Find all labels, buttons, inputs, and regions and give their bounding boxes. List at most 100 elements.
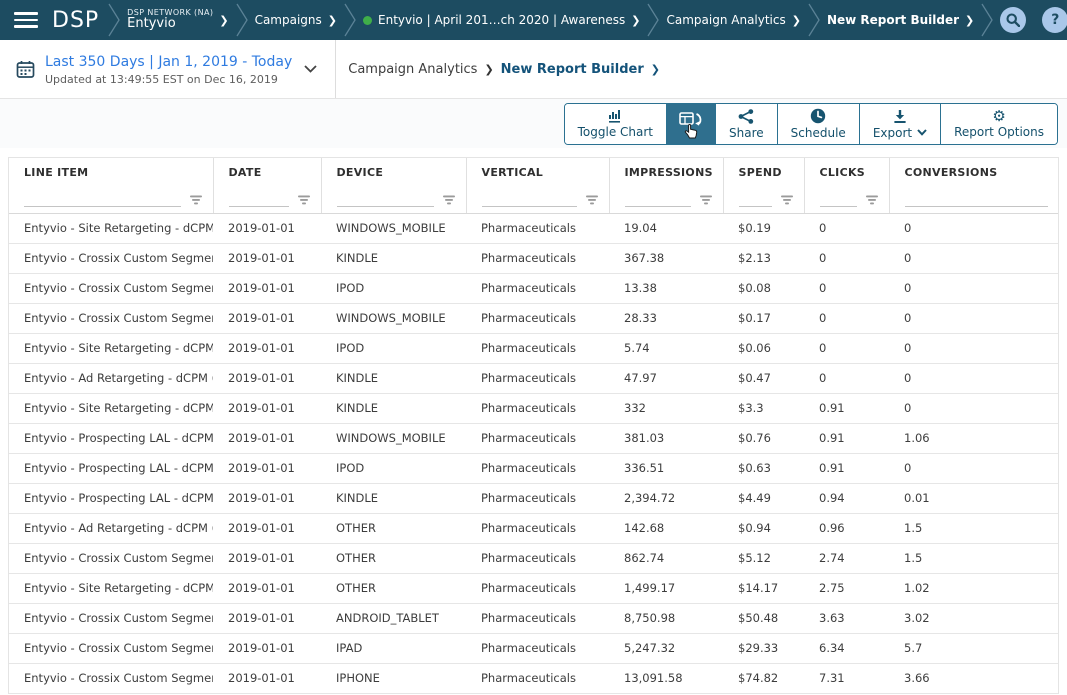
filter-icon[interactable] bbox=[297, 195, 311, 207]
toggle-chart-button[interactable]: Toggle Chart bbox=[565, 104, 666, 144]
table-cell: Pharmaceuticals bbox=[466, 393, 609, 423]
table-cell: 1,499.17 bbox=[609, 573, 723, 603]
table-cell: $0.17 bbox=[723, 303, 804, 333]
table-cell: Pharmaceuticals bbox=[466, 363, 609, 393]
table-cell: $5.12 bbox=[723, 543, 804, 573]
filter-icon[interactable] bbox=[865, 195, 879, 207]
share-button[interactable]: Share bbox=[715, 104, 777, 144]
table-cell: OTHER bbox=[321, 573, 466, 603]
table-cell: 3.63 bbox=[804, 603, 889, 633]
table-cell: Pharmaceuticals bbox=[466, 453, 609, 483]
chevron-right-icon: ❯ bbox=[651, 63, 660, 76]
column-header-vertical[interactable]: VERTICAL bbox=[466, 158, 609, 186]
schedule-button[interactable]: Schedule bbox=[777, 104, 859, 144]
column-header-clicks[interactable]: CLICKS bbox=[804, 158, 889, 186]
report-table: LINE ITEMDATEDEVICEVERTICALIMPRESSIONSSP… bbox=[8, 157, 1059, 694]
table-cell: 0 bbox=[889, 303, 1058, 333]
column-header-date[interactable]: DATE bbox=[213, 158, 321, 186]
status-dot-icon bbox=[363, 16, 372, 25]
nav-new-report-builder-label: New Report Builder bbox=[827, 13, 959, 27]
chevron-right-icon: ❯ bbox=[219, 14, 228, 27]
calendar-icon bbox=[16, 60, 35, 79]
table-cell: Entyvio - Crossix Custom Segment B bbox=[9, 543, 213, 573]
table-cell: 0 bbox=[889, 243, 1058, 273]
filter-input[interactable] bbox=[229, 193, 289, 207]
column-header-spend[interactable]: SPEND bbox=[723, 158, 804, 186]
filter-icon[interactable] bbox=[699, 195, 713, 207]
table-row: Entyvio - Ad Retargeting - dCPM (Lar2019… bbox=[9, 363, 1058, 393]
chevron-right-icon: ❯ bbox=[965, 14, 974, 27]
table-row: Entyvio - Prospecting LAL - dCPM (La2019… bbox=[9, 453, 1058, 483]
report-options-button[interactable]: ⚙ Report Options bbox=[940, 104, 1057, 144]
table-cell: $0.94 bbox=[723, 513, 804, 543]
breadcrumb-new-report-builder[interactable]: New Report Builder bbox=[501, 62, 644, 77]
table-cell: 367.38 bbox=[609, 243, 723, 273]
table-cell: ANDROID_TABLET bbox=[321, 603, 466, 633]
table-cell: 2019-01-01 bbox=[213, 513, 321, 543]
nav-campaign-analytics-label: Campaign Analytics bbox=[666, 13, 785, 27]
table-row: Entyvio - Site Retargeting - dCPM (La201… bbox=[9, 333, 1058, 363]
app-logo[interactable]: DSP bbox=[52, 8, 99, 33]
menu-icon[interactable] bbox=[14, 12, 38, 28]
filter-input[interactable] bbox=[482, 193, 577, 207]
table-cell: Entyvio - Ad Retargeting - dCPM (Lar bbox=[9, 513, 213, 543]
column-header-line-item[interactable]: LINE ITEM bbox=[9, 158, 213, 186]
nav-new-report-builder[interactable]: New Report Builder ❯ bbox=[827, 13, 974, 27]
filter-input[interactable] bbox=[625, 193, 691, 207]
network-value: Entyvio bbox=[127, 17, 213, 32]
filter-input[interactable] bbox=[820, 193, 857, 207]
table-row: Entyvio - Prospecting LAL - dCPM (La2019… bbox=[9, 483, 1058, 513]
table-cell: 2.75 bbox=[804, 573, 889, 603]
nav-campaign-analytics[interactable]: Campaign Analytics ❯ bbox=[666, 13, 800, 27]
table-cell: 2019-01-01 bbox=[213, 573, 321, 603]
table-cell: Pharmaceuticals bbox=[466, 423, 609, 453]
table-cell: $14.17 bbox=[723, 573, 804, 603]
table-cell: 1.5 bbox=[889, 513, 1058, 543]
filter-input[interactable] bbox=[739, 193, 772, 207]
export-button[interactable]: Export bbox=[859, 104, 940, 144]
toggle-chart-label: Toggle Chart bbox=[578, 125, 653, 139]
filter-icon[interactable] bbox=[189, 195, 203, 207]
table-cell: IPHONE bbox=[321, 663, 466, 693]
date-range-selector[interactable]: Last 350 Days | Jan 1, 2019 - Today Upda… bbox=[0, 40, 336, 98]
network-selector[interactable]: DSP NETWORK (NA) Entyvio ❯ bbox=[127, 8, 228, 32]
filter-input[interactable] bbox=[905, 193, 1049, 207]
date-range-bar: Last 350 Days | Jan 1, 2019 - Today Upda… bbox=[0, 40, 1067, 99]
filter-input[interactable] bbox=[337, 193, 434, 207]
filter-input[interactable] bbox=[24, 193, 181, 207]
table-cell: 0.01 bbox=[889, 483, 1058, 513]
column-header-impressions[interactable]: IMPRESSIONS bbox=[609, 158, 723, 186]
column-header-device[interactable]: DEVICE bbox=[321, 158, 466, 186]
table-cell: IPAD bbox=[321, 633, 466, 663]
table-cell: 47.97 bbox=[609, 363, 723, 393]
filter-icon[interactable] bbox=[780, 195, 794, 207]
export-label: Export bbox=[873, 126, 912, 140]
report-options-label: Report Options bbox=[954, 125, 1044, 139]
nav-campaign[interactable]: Entyvio | April 201…ch 2020 | Awareness … bbox=[363, 13, 640, 27]
table-cell: $0.76 bbox=[723, 423, 804, 453]
table-cell: Entyvio - Crossix Custom Segment B bbox=[9, 273, 213, 303]
table-cell: 2019-01-01 bbox=[213, 633, 321, 663]
filter-icon[interactable] bbox=[585, 195, 599, 207]
table-cell: 1.5 bbox=[889, 543, 1058, 573]
table-cell: $3.3 bbox=[723, 393, 804, 423]
table-cell: Entyvio - Prospecting LAL - dCPM (La bbox=[9, 423, 213, 453]
nav-campaigns[interactable]: Campaigns ❯ bbox=[255, 13, 337, 27]
table-cell: Pharmaceuticals bbox=[466, 243, 609, 273]
breadcrumb-campaign-analytics[interactable]: Campaign Analytics bbox=[348, 62, 477, 77]
help-button[interactable]: ? bbox=[1042, 7, 1067, 33]
table-cell: 0 bbox=[889, 393, 1058, 423]
table-row: Entyvio - Crossix Custom Segment B2019-0… bbox=[9, 603, 1058, 633]
filter-icon[interactable] bbox=[442, 195, 456, 207]
table-cell: 2019-01-01 bbox=[213, 543, 321, 573]
question-icon: ? bbox=[1051, 12, 1059, 28]
table-cell: 0 bbox=[804, 363, 889, 393]
gear-icon: ⚙ bbox=[992, 110, 1005, 123]
search-button[interactable] bbox=[1000, 7, 1026, 33]
table-cell: 2019-01-01 bbox=[213, 393, 321, 423]
table-cell: $74.82 bbox=[723, 663, 804, 693]
bar-chart-icon bbox=[607, 109, 623, 123]
refresh-button[interactable] bbox=[666, 104, 715, 144]
table-cell: IPOD bbox=[321, 453, 466, 483]
column-header-conversions[interactable]: CONVERSIONS bbox=[889, 158, 1058, 186]
